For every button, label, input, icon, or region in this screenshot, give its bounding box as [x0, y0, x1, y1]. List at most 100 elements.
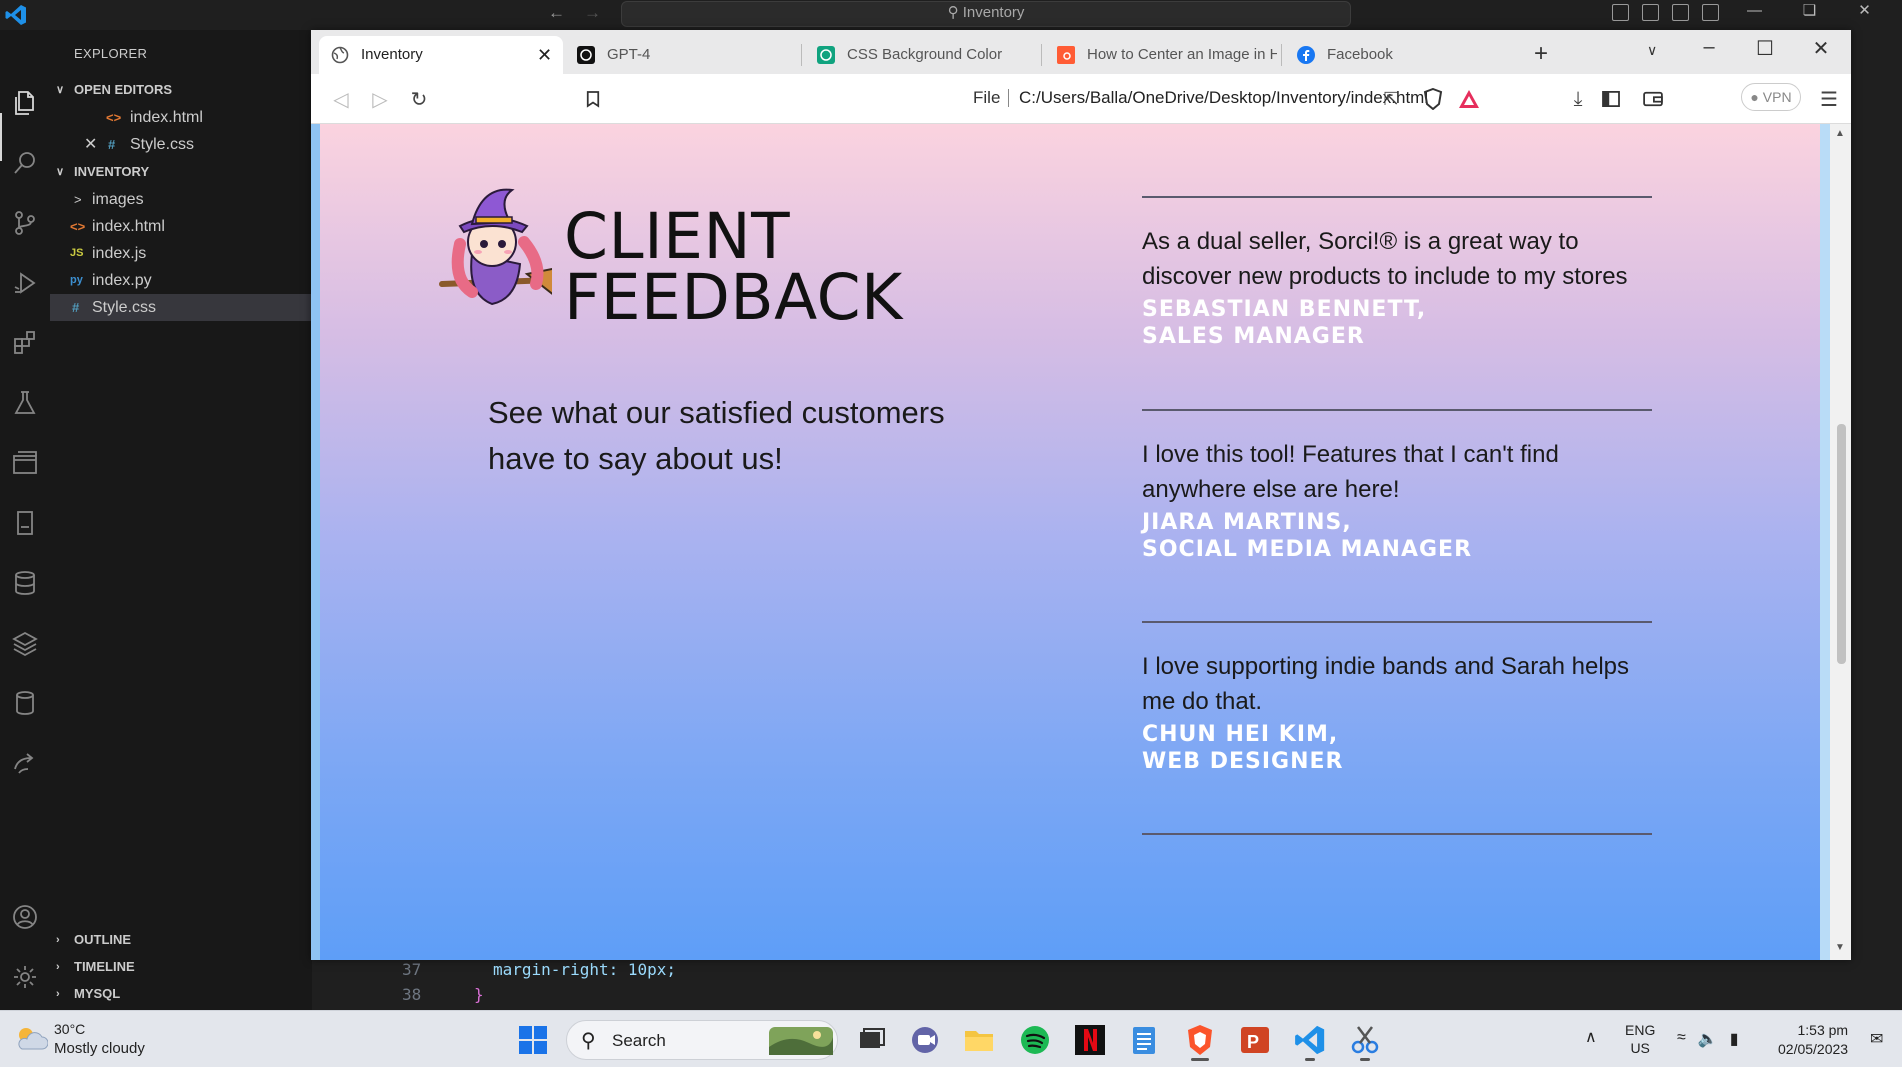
toggle-secondary-sidebar-icon[interactable]	[1672, 4, 1689, 21]
bookmark-icon[interactable]	[581, 87, 605, 111]
clock[interactable]: 1:53 pm 02/05/2023	[1778, 1021, 1848, 1059]
remote-explorer-icon[interactable]	[6, 444, 44, 482]
downloads-icon[interactable]: ⤓	[1566, 87, 1590, 111]
page-edge	[311, 124, 320, 960]
open-editors-header[interactable]: ∨ OPEN EDITORS	[50, 78, 312, 102]
file-explorer-icon[interactable]	[962, 1023, 996, 1057]
sidebar-toggle-icon[interactable]	[1599, 87, 1623, 111]
tab-css-background[interactable]: CSS Background Color	[805, 36, 1041, 74]
search-icon[interactable]	[6, 144, 44, 182]
region-code: US	[1630, 1040, 1650, 1056]
vscode-taskbar-icon[interactable]	[1293, 1023, 1327, 1061]
file-label: index.py	[92, 272, 152, 289]
close-icon[interactable]: ✕	[1837, 0, 1892, 26]
volume-icon[interactable]: 🔈	[1698, 1029, 1718, 1049]
wifi-icon[interactable]: ≈	[1677, 1029, 1686, 1049]
powerpoint-icon[interactable]: P	[1238, 1023, 1272, 1057]
testimonial-author: CHUN HEI KIM, WEB DESIGNER	[1142, 721, 1642, 775]
tab-gpt4[interactable]: GPT-4	[565, 36, 801, 74]
language-indicator[interactable]: ENG US	[1625, 1021, 1655, 1057]
database-icon[interactable]	[6, 564, 44, 602]
openai-icon	[817, 46, 835, 64]
tab-facebook[interactable]: Facebook	[1285, 36, 1521, 74]
date: 02/05/2023	[1778, 1041, 1849, 1057]
spotify-icon[interactable]	[1018, 1023, 1052, 1057]
windows-start-icon[interactable]	[518, 1025, 548, 1055]
sql-icon[interactable]	[6, 684, 44, 722]
bookmarks-icon[interactable]	[6, 504, 44, 542]
tab-inventory[interactable]: Inventory ✕	[319, 36, 563, 74]
task-view-icon[interactable]	[854, 1023, 888, 1057]
restore-icon[interactable]: ❏	[1782, 0, 1837, 26]
weather-widget[interactable]: 30°C Mostly cloudy	[14, 1021, 174, 1061]
forward-icon[interactable]: ▷	[368, 87, 392, 111]
tab-search-chevron-icon[interactable]: ∨	[1647, 42, 1657, 59]
brave-shields-icon[interactable]	[1421, 87, 1445, 111]
open-editor-item[interactable]: ✕ # Style.css	[50, 131, 312, 158]
close-tab-icon[interactable]: ✕	[537, 36, 552, 74]
extensions-icon[interactable]	[6, 324, 44, 362]
snipping-tool-icon[interactable]	[1348, 1023, 1382, 1061]
back-arrow-icon[interactable]: ←	[548, 3, 565, 23]
testing-icon[interactable]	[6, 384, 44, 422]
layers-icon[interactable]	[6, 624, 44, 662]
netflix-icon[interactable]	[1073, 1023, 1107, 1057]
maximize-icon[interactable]: ☐	[1737, 36, 1793, 62]
toggle-sidebar-icon[interactable]	[1612, 4, 1629, 21]
workspace-header[interactable]: ∨ INVENTORY	[50, 160, 312, 184]
teams-chat-icon[interactable]	[908, 1023, 942, 1057]
live-share-icon[interactable]	[6, 744, 44, 782]
customize-layout-icon[interactable]	[1702, 4, 1719, 21]
back-icon[interactable]: ◁	[329, 87, 353, 111]
forward-arrow-icon[interactable]: →	[584, 3, 601, 23]
title-line: FEEDBACK	[564, 261, 903, 334]
file-item[interactable]: JS index.js	[50, 240, 312, 267]
menu-icon[interactable]: ☰	[1817, 87, 1841, 111]
scroll-up-arrow-icon[interactable]: ▲	[1835, 128, 1845, 139]
account-icon[interactable]	[6, 898, 44, 936]
close-icon[interactable]: ✕	[1793, 36, 1849, 62]
close-icon[interactable]: ✕	[84, 131, 97, 158]
notepad-icon[interactable]	[1127, 1023, 1161, 1057]
explorer-icon[interactable]	[6, 84, 44, 122]
brave-rewards-icon[interactable]	[1457, 87, 1481, 111]
minimize-icon[interactable]: –	[1681, 36, 1737, 62]
command-center[interactable]: ⚲ Inventory	[621, 1, 1351, 27]
tab-center-image[interactable]: How to Center an Image in H	[1045, 36, 1281, 74]
new-tab-plus-icon[interactable]: +	[1534, 40, 1548, 68]
settings-gear-icon[interactable]	[6, 958, 44, 996]
address-url[interactable]: C:/Users/Balla/OneDrive/Desktop/Inventor…	[1019, 80, 1428, 116]
mysql-header[interactable]: › MYSQL	[50, 982, 312, 1006]
scroll-thumb[interactable]	[1837, 424, 1846, 664]
folder-item[interactable]: > images	[50, 186, 312, 213]
section-label: TIMELINE	[74, 959, 135, 974]
source-control-icon[interactable]	[6, 204, 44, 242]
brave-browser-icon[interactable]	[1183, 1023, 1217, 1061]
file-item[interactable]: py index.py	[50, 267, 312, 294]
chevron-up-icon[interactable]: ∧	[1585, 1027, 1597, 1047]
tab-label: CSS Background Color	[847, 46, 1003, 63]
toggle-panel-icon[interactable]	[1642, 4, 1659, 21]
battery-icon[interactable]: ▮	[1730, 1029, 1739, 1049]
file-item[interactable]: <> index.html	[50, 213, 312, 240]
file-item[interactable]: # Style.css	[50, 294, 312, 321]
code-text[interactable]: }	[474, 985, 484, 1004]
code-text[interactable]: margin-right: 10px;	[493, 960, 676, 979]
command-center-label: Inventory	[962, 4, 1025, 21]
run-debug-icon[interactable]	[6, 264, 44, 302]
share-icon[interactable]: ⇱	[1379, 87, 1403, 111]
open-editor-item[interactable]: <> index.html	[50, 104, 312, 131]
taskbar-search[interactable]: ⚲ Search	[566, 1020, 838, 1060]
address-bar[interactable]: File C:/Users/Balla/OneDrive/Desktop/Inv…	[621, 80, 1501, 116]
scroll-down-arrow-icon[interactable]: ▼	[1835, 942, 1845, 953]
testimonial-quote: As a dual seller, Sorci!® is a great way…	[1142, 228, 1628, 290]
notifications-bell-icon[interactable]: ✉	[1870, 1029, 1883, 1049]
wallet-icon[interactable]	[1641, 87, 1665, 111]
page-scrollbar[interactable]: ▲ ▼	[1830, 124, 1851, 960]
tab-label: GPT-4	[607, 46, 651, 63]
reload-icon[interactable]: ↻	[407, 87, 431, 111]
vpn-button[interactable]: ● VPN	[1741, 83, 1801, 111]
timeline-header[interactable]: › TIMELINE	[50, 955, 312, 979]
outline-header[interactable]: › OUTLINE	[50, 928, 312, 952]
minimize-icon[interactable]: —	[1727, 0, 1782, 26]
